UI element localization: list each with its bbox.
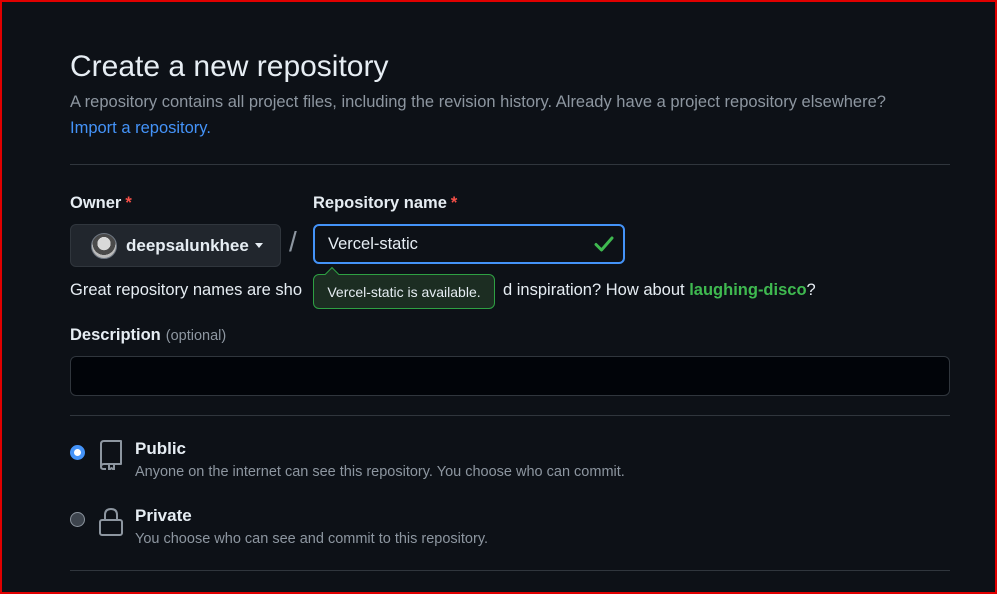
required-mark: * <box>125 194 132 212</box>
availability-text: Vercel-static is available. <box>327 283 481 300</box>
repo-name-field <box>313 224 625 264</box>
owner-select-button[interactable]: deepsalunkhee <box>70 224 281 267</box>
hint-text-middle: d inspiration? How about <box>503 281 690 299</box>
lock-icon <box>99 507 123 536</box>
required-mark: * <box>450 194 458 212</box>
check-icon <box>594 236 614 252</box>
divider <box>70 164 950 165</box>
availability-tooltip: Vercel-static is available. <box>313 266 495 309</box>
import-repository-link[interactable]: Import a repository. <box>70 119 211 138</box>
optional-tag: (optional) <box>165 328 227 344</box>
hint-text-start: Great repository names are sho <box>70 281 303 299</box>
description-label-text: Description <box>70 326 161 344</box>
private-title: Private <box>135 506 192 525</box>
owner-label: Owner * <box>70 194 132 213</box>
hint-text-suffix: ? <box>806 281 816 299</box>
page-subtitle: A repository contains all project files,… <box>70 93 886 111</box>
hint-text-end: d inspiration? How about laughing-disco? <box>503 281 816 300</box>
chevron-down-icon <box>254 243 263 248</box>
suggested-name-link[interactable]: laughing-disco <box>689 281 806 299</box>
page-title: Create a new repository <box>70 50 389 83</box>
owner-repo-separator: / <box>289 226 297 257</box>
avatar <box>91 232 117 259</box>
public-description: Anyone on the internet can see this repo… <box>135 464 625 480</box>
private-radio[interactable] <box>70 512 85 527</box>
repo-name-input[interactable] <box>315 226 623 262</box>
repo-icon <box>100 440 122 470</box>
owner-label-text: Owner <box>70 194 122 212</box>
public-radio[interactable] <box>70 445 85 460</box>
description-input[interactable] <box>70 356 950 396</box>
owner-name: deepsalunkhee <box>126 235 249 255</box>
repo-name-label-text: Repository name <box>313 194 447 212</box>
private-description: You choose who can see and commit to thi… <box>135 531 489 547</box>
description-label: Description (optional) <box>70 326 226 345</box>
repo-name-label: Repository name * <box>313 194 457 213</box>
public-title: Public <box>135 439 187 458</box>
divider <box>70 570 950 571</box>
divider <box>70 415 950 416</box>
